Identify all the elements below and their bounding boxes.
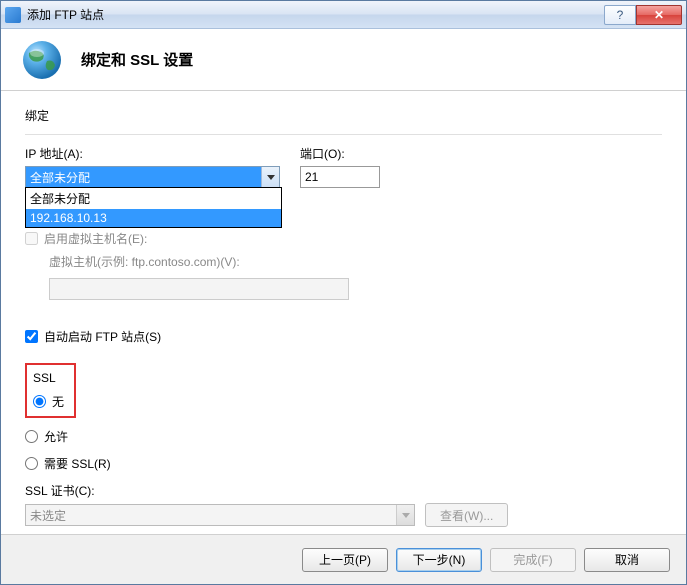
ssl-cert-label: SSL 证书(C): (25, 482, 662, 499)
close-button[interactable]: ✕ (636, 5, 682, 25)
ssl-require-label: 需要 SSL(R) (44, 455, 111, 472)
port-input[interactable] (300, 166, 380, 188)
titlebar: 添加 FTP 站点 ? ✕ (1, 1, 686, 29)
dropdown-option[interactable]: 全部未分配 (26, 188, 281, 209)
ssl-none-label: 无 (52, 393, 64, 410)
view-cert-button: 查看(W)... (425, 503, 508, 527)
auto-start-checkbox[interactable] (25, 330, 38, 343)
auto-start-label: 自动启动 FTP 站点(S) (44, 328, 161, 345)
wizard-footer: 上一页(P) 下一步(N) 完成(F) 取消 (1, 534, 686, 584)
chevron-down-icon (396, 505, 414, 525)
vhost-input (49, 278, 349, 300)
ip-address-combo[interactable]: 全部未分配 全部未分配 192.168.10.13 (25, 166, 280, 188)
ssl-none-radio[interactable] (33, 395, 46, 408)
port-label: 端口(O): (300, 145, 380, 162)
globe-icon (21, 39, 63, 81)
ssl-require-radio[interactable] (25, 457, 38, 470)
ip-address-label: IP 地址(A): (25, 145, 280, 162)
ssl-cert-select: 未选定 (25, 504, 415, 526)
wizard-header: 绑定和 SSL 设置 (1, 29, 686, 91)
binding-group-label: 绑定 (25, 107, 662, 124)
ssl-allow-label: 允许 (44, 428, 68, 445)
next-button[interactable]: 下一步(N) (396, 548, 482, 572)
cancel-button[interactable]: 取消 (584, 548, 670, 572)
enable-vhost-checkbox (25, 232, 38, 245)
ssl-highlight-box: SSL 无 (25, 363, 76, 418)
ip-address-value: 全部未分配 (26, 167, 261, 187)
window-title: 添加 FTP 站点 (27, 6, 604, 23)
help-button[interactable]: ? (604, 5, 636, 25)
chevron-down-icon[interactable] (261, 167, 279, 187)
app-icon (5, 7, 21, 23)
dropdown-option[interactable]: 192.168.10.13 (26, 209, 281, 227)
ssl-allow-radio[interactable] (25, 430, 38, 443)
ssl-group-label: SSL (33, 371, 64, 385)
finish-button: 完成(F) (490, 548, 576, 572)
ip-address-dropdown: 全部未分配 192.168.10.13 (25, 187, 282, 228)
prev-button[interactable]: 上一页(P) (302, 548, 388, 572)
ssl-cert-value: 未选定 (30, 507, 66, 524)
vhost-label: 虚拟主机(示例: ftp.contoso.com)(V): (49, 253, 662, 270)
page-title: 绑定和 SSL 设置 (81, 49, 193, 70)
enable-vhost-label: 启用虚拟主机名(E): (44, 230, 147, 247)
